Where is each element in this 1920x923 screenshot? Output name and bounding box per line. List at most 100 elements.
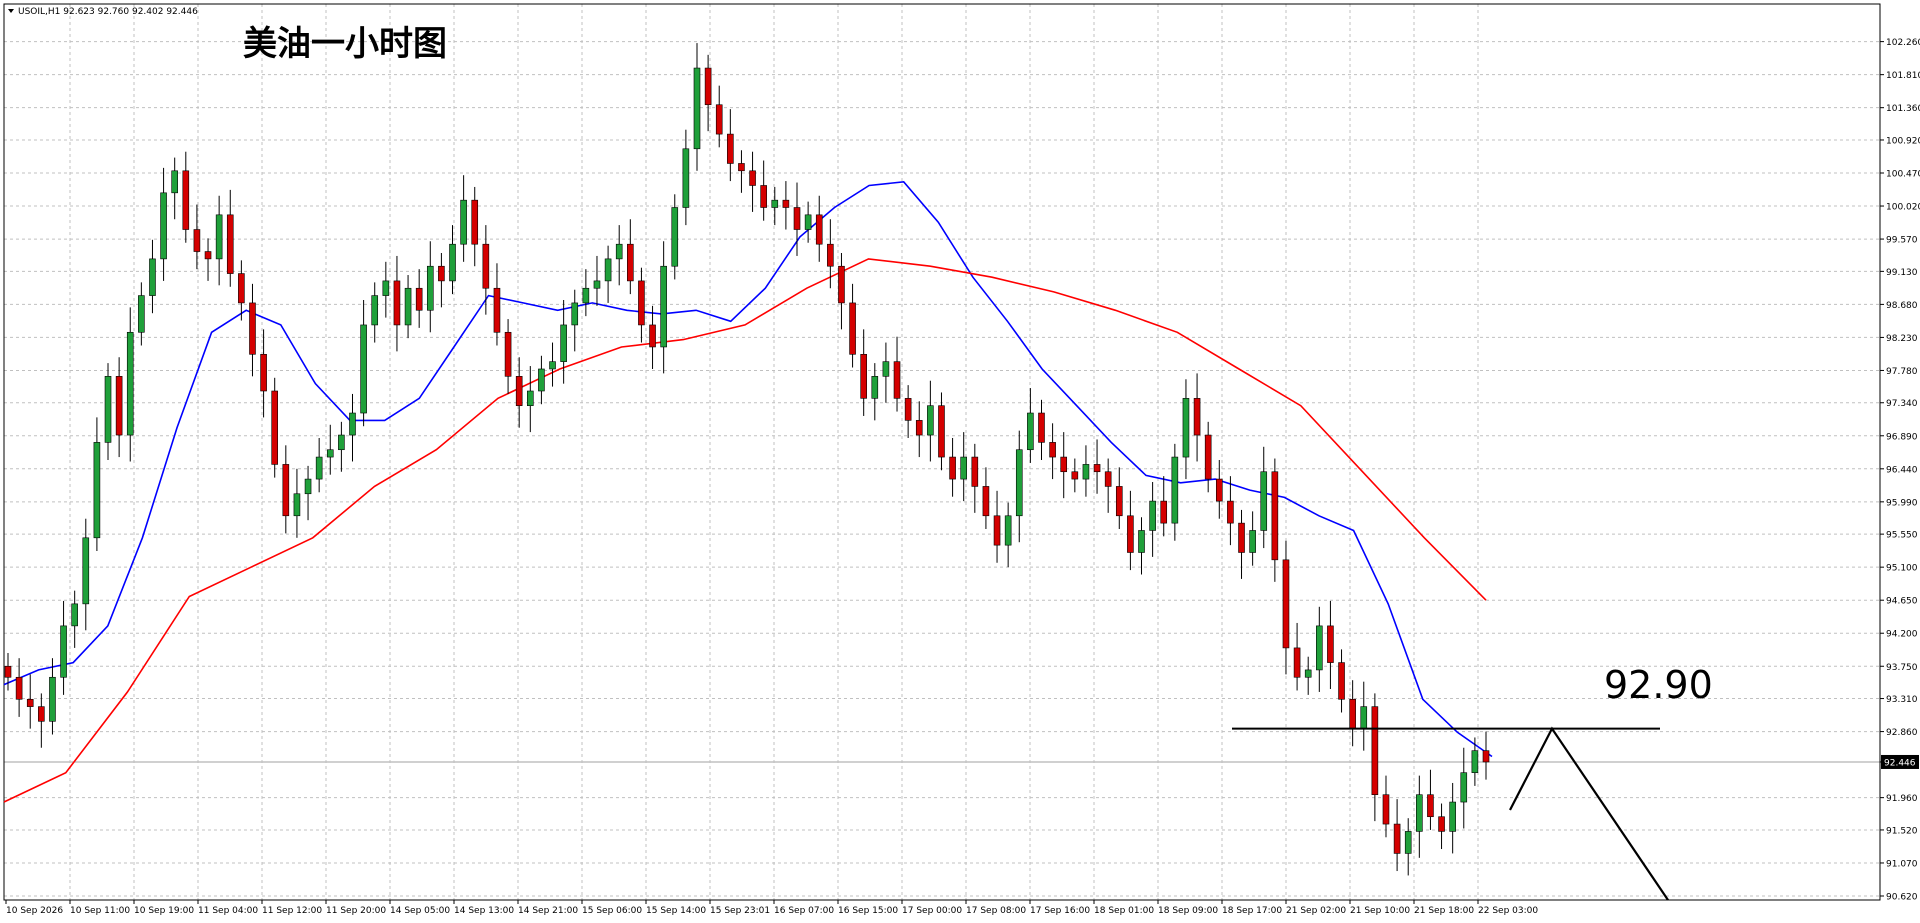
y-tick-label: 101.810 (1886, 71, 1920, 81)
candle-body (349, 412, 356, 436)
x-tick-label: 15 Sep 14:00 (646, 906, 706, 916)
candle-body (860, 354, 867, 399)
candle-body (371, 295, 379, 326)
candle-body (1382, 794, 1390, 825)
candle-body (71, 603, 78, 627)
candle-body (815, 214, 823, 245)
x-tick-label: 18 Sep 09:00 (1158, 906, 1218, 916)
candle-body (915, 420, 923, 436)
candle-body (93, 442, 101, 539)
y-tick-label: 100.020 (1886, 203, 1920, 213)
candle-body (482, 243, 490, 289)
x-tick-label: 21 Sep 10:00 (1350, 906, 1410, 916)
y-tick-label: 97.340 (1886, 399, 1918, 409)
candle-body (149, 258, 156, 296)
y-tick-label: 92.860 (1886, 728, 1918, 738)
candle-body (1171, 456, 1179, 524)
candle-body (326, 449, 334, 458)
y-tick-label: 93.310 (1886, 695, 1918, 705)
candle-body (1138, 530, 1145, 553)
candle-body (304, 478, 312, 495)
y-tick-label: 91.520 (1886, 826, 1918, 836)
x-tick-label: 10 Sep 2026 (6, 906, 63, 916)
candle-body (360, 324, 367, 414)
candle-body (527, 390, 534, 406)
candle-body (571, 302, 579, 326)
chart-window: 102.260 101.810 101.360 100.920 100.470 100.0… (0, 0, 1920, 919)
candle-body (1049, 442, 1056, 458)
y-tick-label: 96.440 (1886, 465, 1918, 475)
candle-body (238, 273, 245, 304)
candle-body (226, 214, 234, 274)
candle-body (4, 665, 12, 678)
candle-body (49, 676, 56, 722)
candle-body (1349, 698, 1356, 729)
price-chart[interactable]: 102.260 101.810 101.360 100.920 100.470 100.0… (0, 0, 1920, 919)
candle-body (1249, 530, 1256, 553)
candle-body (1027, 412, 1034, 451)
candle-body (1127, 515, 1134, 553)
candle-body (104, 376, 112, 443)
candle-body (827, 243, 834, 267)
candle-body (138, 295, 145, 333)
candle-body (393, 280, 401, 326)
candle-body (1271, 471, 1279, 561)
x-tick-label: 17 Sep 00:00 (902, 906, 962, 916)
x-tick-label: 21 Sep 02:00 (1286, 906, 1346, 916)
current-price-label: 92.446 (1884, 758, 1916, 768)
x-tick-label: 17 Sep 08:00 (966, 906, 1026, 916)
candle-body (771, 199, 779, 208)
x-tick-label: 18 Sep 17:00 (1222, 906, 1282, 916)
candle-body (460, 199, 467, 245)
candle-body (638, 280, 645, 326)
candle-body (171, 170, 178, 194)
candle-body (382, 280, 390, 296)
candle-body (404, 287, 412, 326)
candle-body (1115, 486, 1123, 517)
candle-body (949, 456, 956, 480)
candle-body (660, 265, 667, 348)
candle-body (538, 368, 545, 392)
candle-body (1227, 500, 1234, 524)
candle-body (1371, 706, 1379, 796)
candle-body (1360, 706, 1368, 729)
candle-body (493, 287, 501, 333)
y-tick-label: 95.990 (1886, 498, 1918, 508)
y-tick-label: 100.470 (1886, 170, 1920, 180)
candle-body (1149, 500, 1156, 531)
y-tick-label: 90.620 (1886, 893, 1918, 903)
candle-body (760, 185, 767, 208)
candle-body (426, 265, 434, 311)
candle-body (38, 706, 45, 722)
candle-body (749, 170, 756, 186)
x-tick-label: 22 Sep 03:00 (1478, 906, 1538, 916)
y-tick-label: 94.650 (1886, 597, 1918, 607)
y-tick-label: 98.230 (1886, 334, 1918, 344)
x-tick-label: 15 Sep 06:00 (582, 906, 642, 916)
candle-body (904, 398, 912, 421)
candle-body (1482, 750, 1490, 763)
candle-body (1416, 794, 1423, 832)
x-tick-label: 10 Sep 19:00 (134, 906, 194, 916)
y-tick-label: 102.260 (1886, 38, 1920, 48)
candle-body (1404, 831, 1412, 854)
x-tick-label: 21 Sep 18:00 (1414, 906, 1474, 916)
candle-body (804, 214, 812, 230)
chart-annotation-title: 美油一小时图 (243, 24, 447, 64)
header-info: USOIL,H1 92.623 92.760 92.402 92.446 (8, 7, 198, 17)
candle-body (282, 464, 290, 517)
candle-body (1093, 464, 1101, 473)
y-tick-label: 101.360 (1886, 104, 1920, 114)
candle-body (249, 302, 256, 355)
candle-body (215, 214, 223, 260)
candle-body (671, 207, 679, 267)
candle-body (793, 207, 801, 230)
y-tick-label: 95.550 (1886, 531, 1918, 541)
y-tick-label: 91.960 (1886, 794, 1918, 804)
candle-body (1193, 398, 1201, 436)
candle-body (1082, 464, 1090, 480)
candle-body (260, 354, 267, 392)
candle-body (1182, 398, 1190, 458)
x-tick-label: 14 Sep 05:00 (390, 906, 450, 916)
y-tick-label: 94.200 (1886, 630, 1918, 640)
